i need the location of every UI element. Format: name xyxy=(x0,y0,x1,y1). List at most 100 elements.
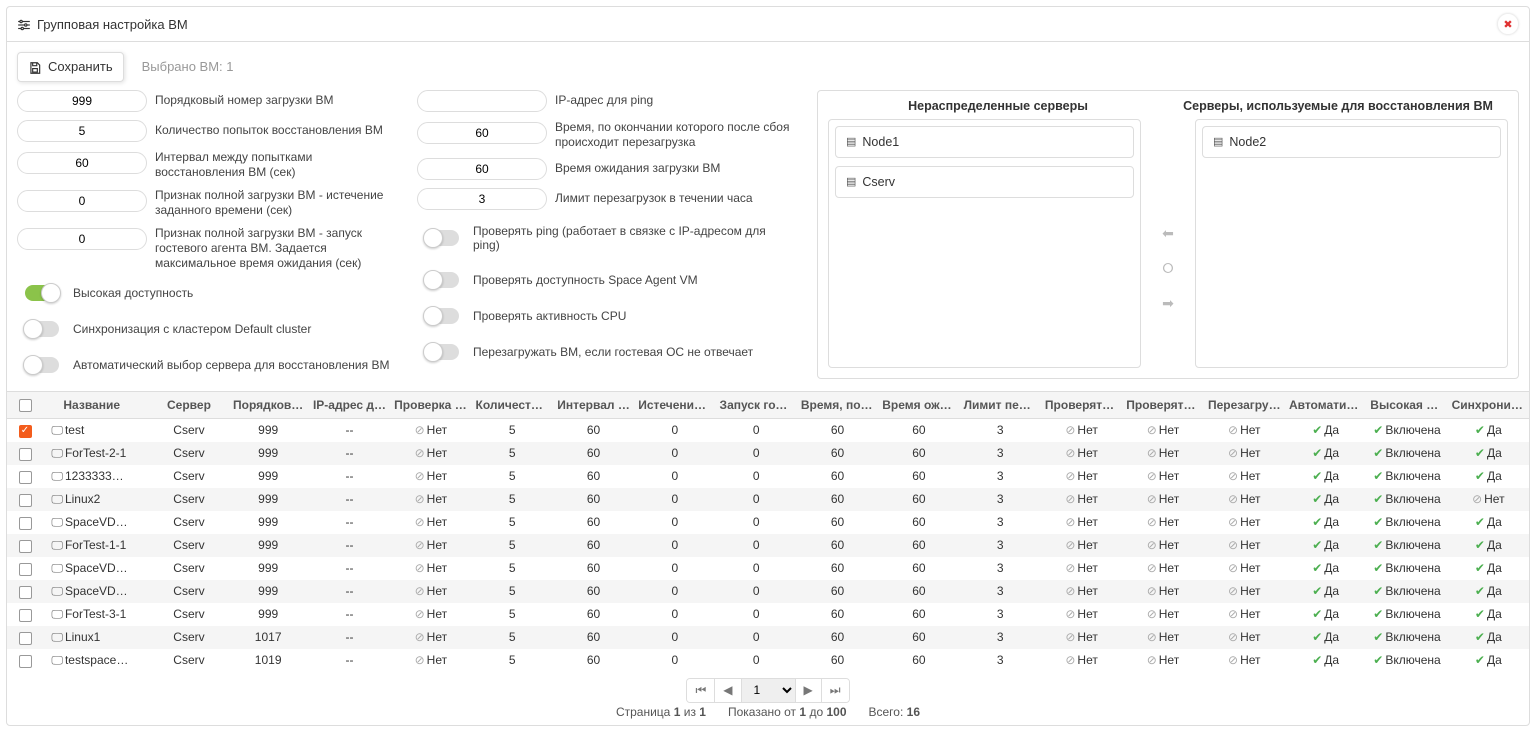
server-icon: ▤ xyxy=(846,175,856,188)
used-server-list[interactable]: ▤Node2 xyxy=(1195,119,1508,368)
column-header[interactable]: Сервер xyxy=(150,391,227,418)
move-left-button[interactable]: ⬅ xyxy=(1162,225,1174,242)
row-checkbox[interactable] xyxy=(19,655,32,668)
column-header[interactable]: Проверять … xyxy=(1041,391,1122,418)
column-header[interactable]: Количеств… xyxy=(472,391,553,418)
toggle-switch[interactable] xyxy=(25,285,59,301)
toggle-label: Перезагружать ВМ, если гостевая ОС не от… xyxy=(473,345,753,359)
column-header[interactable]: Порядков… xyxy=(227,391,308,418)
monitor-icon: 🖵 xyxy=(51,561,63,575)
table-row[interactable]: 🖵Linux2Cserv999--⊘Нет5600060603⊘Нет⊘Нет⊘… xyxy=(7,488,1529,511)
column-header[interactable]: Истечение … xyxy=(634,391,715,418)
column-header[interactable]: Проверять … xyxy=(1122,391,1203,418)
field-label: Время ожидания загрузки ВМ xyxy=(555,161,797,176)
servers-panel: Нераспределенные серверы Серверы, исполь… xyxy=(817,90,1519,379)
column-header[interactable]: Перезагру… xyxy=(1204,391,1285,418)
field-label: Количество попыток восстановления ВМ xyxy=(155,123,397,138)
table-row[interactable]: 🖵1233333…Cserv999--⊘Нет5600060603⊘Нет⊘Не… xyxy=(7,465,1529,488)
column-header[interactable]: Время, по … xyxy=(797,391,878,418)
number-input[interactable] xyxy=(417,90,547,112)
toggle-label: Проверять доступность Space Agent VM xyxy=(473,273,698,287)
toggle-label: Автоматический выбор сервера для восстан… xyxy=(73,358,389,372)
column-header[interactable]: Автоматич… xyxy=(1285,391,1366,418)
move-right-button[interactable]: ➡ xyxy=(1162,295,1174,312)
field-label: Признак полной загрузки ВМ - запуск гост… xyxy=(155,226,397,271)
column-header[interactable]: Интервал … xyxy=(553,391,634,418)
monitor-icon: 🖵 xyxy=(51,538,63,552)
pager-page-select[interactable]: 1 xyxy=(742,679,796,702)
group-vm-settings-panel: Групповая настройка ВМ ✖ Сохранить Выбра… xyxy=(6,6,1530,726)
server-item[interactable]: ▤Node1 xyxy=(835,126,1134,158)
row-checkbox[interactable] xyxy=(19,540,32,553)
table-row[interactable]: 🖵SpaceVD…Cserv999--⊘Нет5600060603⊘Нет⊘Не… xyxy=(7,511,1529,534)
toggle-switch[interactable] xyxy=(425,230,459,246)
column-header[interactable]: Синхрониз… xyxy=(1448,391,1529,418)
number-input[interactable] xyxy=(17,152,147,174)
row-checkbox[interactable] xyxy=(19,425,32,438)
close-button[interactable]: ✖ xyxy=(1497,13,1519,35)
row-checkbox[interactable] xyxy=(19,448,32,461)
table-row[interactable]: 🖵ForTest-2-1Cserv999--⊘Нет5600060603⊘Нет… xyxy=(7,442,1529,465)
number-input[interactable] xyxy=(417,122,547,144)
save-button[interactable]: Сохранить xyxy=(17,52,124,82)
toggle-label: Проверять ping (работает в связке с IP-а… xyxy=(473,224,793,252)
pager-page-info: Страница 1 из 1 xyxy=(616,705,706,719)
number-input[interactable] xyxy=(17,120,147,142)
panel-title: Групповая настройка ВМ xyxy=(37,17,188,32)
number-input[interactable] xyxy=(417,158,547,180)
monitor-icon: 🖵 xyxy=(51,515,63,529)
table-row[interactable]: 🖵ForTest-1-1Cserv999--⊘Нет5600060603⊘Нет… xyxy=(7,534,1529,557)
toggle-switch[interactable] xyxy=(425,308,459,324)
row-checkbox[interactable] xyxy=(19,586,32,599)
toggle-label: Синхронизация с кластером Default cluste… xyxy=(73,322,311,336)
select-all-checkbox[interactable] xyxy=(19,399,32,412)
unassigned-title: Нераспределенные серверы xyxy=(828,99,1168,113)
number-input[interactable] xyxy=(417,188,547,210)
monitor-icon: 🖵 xyxy=(51,607,63,621)
column-header[interactable]: Время ожи… xyxy=(878,391,959,418)
move-swap-button[interactable]: ⭘ xyxy=(1162,260,1173,277)
table-row[interactable]: 🖵SpaceVD…Cserv999--⊘Нет5600060603⊘Нет⊘Не… xyxy=(7,557,1529,580)
table-row[interactable]: 🖵SpaceVD…Cserv999--⊘Нет5600060603⊘Нет⊘Не… xyxy=(7,580,1529,603)
column-header[interactable]: Проверка p… xyxy=(390,391,471,418)
pager-first-button[interactable]: ⏮ xyxy=(687,679,715,702)
column-header[interactable]: Высокая д… xyxy=(1366,391,1447,418)
unassigned-server-list[interactable]: ▤Node1 ▤Cserv xyxy=(828,119,1141,368)
field-label: Время, по окончании которого после сбоя … xyxy=(555,120,797,150)
column-header[interactable]: Запуск гост… xyxy=(716,391,797,418)
table-row[interactable]: 🖵testCserv999--⊘Нет5600060603⊘Нет⊘Нет⊘Не… xyxy=(7,418,1529,442)
pager-last-button[interactable]: ⏭ xyxy=(822,679,849,702)
table-row[interactable]: 🖵Linux1Cserv1017--⊘Нет5600060603⊘Нет⊘Нет… xyxy=(7,626,1529,649)
table-row[interactable]: 🖵testspace…Cserv1019--⊘Нет5600060603⊘Нет… xyxy=(7,649,1529,672)
pager-next-button[interactable]: ▶ xyxy=(796,679,822,702)
column-header[interactable]: IP-адрес д… xyxy=(309,391,390,418)
server-item[interactable]: ▤Cserv xyxy=(835,166,1134,198)
monitor-icon: 🖵 xyxy=(51,630,63,644)
column-header[interactable] xyxy=(7,391,43,418)
pager-prev-button[interactable]: ◀ xyxy=(715,679,741,702)
row-checkbox[interactable] xyxy=(19,632,32,645)
table-row[interactable]: 🖵ForTest-3-1Cserv999--⊘Нет5600060603⊘Нет… xyxy=(7,603,1529,626)
row-checkbox[interactable] xyxy=(19,471,32,484)
row-checkbox[interactable] xyxy=(19,494,32,507)
toggle-switch[interactable] xyxy=(425,344,459,360)
number-input[interactable] xyxy=(17,90,147,112)
toggle-switch[interactable] xyxy=(25,321,59,337)
monitor-icon: 🖵 xyxy=(51,446,63,460)
column-header[interactable]: Лимит пер… xyxy=(960,391,1041,418)
row-checkbox[interactable] xyxy=(19,517,32,530)
vm-table: НазваниеСерверПорядков…IP-адрес д…Провер… xyxy=(7,391,1529,672)
server-item[interactable]: ▤Node2 xyxy=(1202,126,1501,158)
toggle-switch[interactable] xyxy=(25,357,59,373)
number-input[interactable] xyxy=(17,190,147,212)
server-icon: ▤ xyxy=(1213,135,1223,148)
toggle-label: Проверять активность CPU xyxy=(473,309,626,323)
row-checkbox[interactable] xyxy=(19,563,32,576)
pager: ⏮ ◀ 1 ▶ ⏭ Страница 1 из 1 Показано от 1 … xyxy=(7,672,1529,725)
number-input[interactable] xyxy=(17,228,147,250)
toggle-switch[interactable] xyxy=(425,272,459,288)
monitor-icon: 🖵 xyxy=(51,584,63,598)
column-header[interactable]: Название xyxy=(43,391,150,418)
field-label: Признак полной загрузки ВМ - истечение з… xyxy=(155,188,397,218)
row-checkbox[interactable] xyxy=(19,609,32,622)
